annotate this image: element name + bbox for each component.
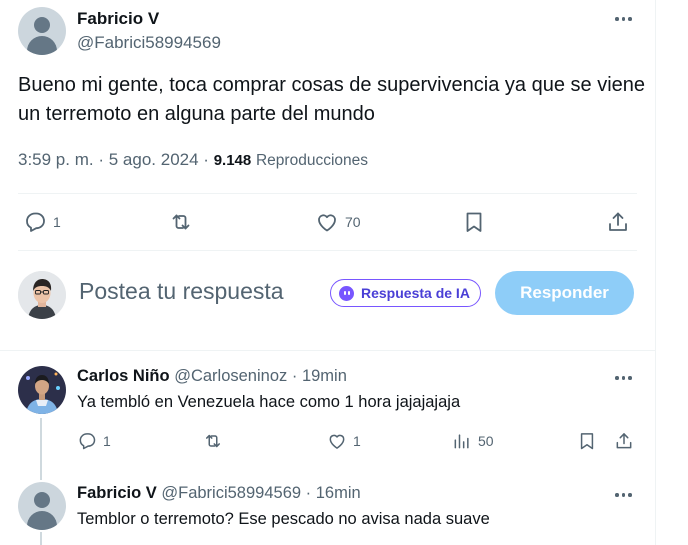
reply-header: Fabricio V @Fabrici58994569 · 16min	[77, 484, 361, 503]
reply-like-button[interactable]: 1	[327, 431, 361, 451]
retweet-icon	[206, 434, 220, 448]
reply-handle[interactable]: @Fabrici58994569	[161, 484, 301, 502]
retweet-icon	[172, 214, 190, 230]
reply-retweet-button[interactable]	[203, 431, 229, 451]
reply-separator: ·	[305, 484, 312, 502]
reply-reply-button[interactable]: 1	[77, 431, 111, 451]
main-tweet-meta: 3:59 p. m. · 5 ago. 2024 · 9.148 Reprodu…	[18, 150, 368, 170]
reply-header: Carlos Niño @Carloseninoz · 19min	[77, 367, 347, 386]
main-tweet-time[interactable]: 3:59 p. m.	[18, 150, 94, 169]
reply-more-icon[interactable]	[615, 485, 632, 505]
main-reply-button[interactable]: 1	[23, 210, 61, 234]
reply-like-count: 1	[353, 433, 361, 449]
reply-icon	[79, 433, 96, 450]
main-tweet-views-label: Reproducciones	[255, 152, 368, 169]
like-icon	[329, 434, 345, 449]
reply-reply-count: 1	[103, 433, 111, 449]
reply-time[interactable]: 16min	[316, 484, 361, 502]
reply-views-count: 50	[478, 433, 494, 449]
conversation-panel: Fabricio V @Fabrici58994569 Bueno mi gen…	[0, 0, 656, 545]
divider	[18, 250, 637, 251]
reply-time[interactable]: 19min	[302, 367, 347, 385]
reply-views-button[interactable]: 50	[452, 431, 494, 451]
reply-icon	[26, 212, 45, 232]
reply-separator: ·	[291, 367, 298, 385]
main-tweet-handle[interactable]: @Fabrici58994569	[77, 33, 221, 53]
bookmark-icon	[580, 433, 594, 450]
main-share-button[interactable]	[606, 210, 630, 234]
thread-line	[40, 532, 42, 545]
main-tweet-avatar[interactable]	[18, 7, 66, 55]
share-icon	[609, 212, 627, 231]
reply-text: Temblor o terremoto? Ese pescado no avis…	[77, 510, 490, 528]
main-tweet-date[interactable]: 5 ago. 2024	[109, 150, 199, 169]
reply-avatar[interactable]	[18, 366, 66, 414]
views-icon	[454, 434, 469, 449]
divider	[0, 350, 656, 351]
main-reply-count: 1	[53, 214, 61, 230]
thread-line	[40, 418, 42, 480]
ai-reply-label: Respuesta de IA	[361, 285, 470, 301]
share-icon	[616, 433, 632, 449]
reply-bookmark-button[interactable]	[577, 431, 597, 451]
bookmark-icon	[466, 212, 482, 232]
main-tweet-text: Bueno mi gente, toca comprar cosas de su…	[18, 74, 646, 125]
reply-input[interactable]: Postea tu respuesta	[79, 278, 284, 305]
main-tweet-display-name[interactable]: Fabricio V	[77, 9, 159, 29]
reply-more-icon[interactable]	[615, 368, 632, 388]
meta-separator: ·	[98, 150, 105, 169]
reply-text: Ya tembló en Venezuela hace como 1 hora …	[77, 393, 461, 411]
current-user-avatar[interactable]	[18, 271, 66, 319]
reply-display-name[interactable]: Carlos Niño	[77, 367, 170, 385]
ia-icon	[339, 285, 354, 301]
main-like-button[interactable]: 70	[315, 210, 361, 234]
reply-handle[interactable]: @Carloseninoz	[174, 367, 287, 385]
divider	[18, 193, 637, 194]
like-icon	[318, 214, 336, 232]
ai-reply-button[interactable]: Respuesta de IA	[330, 279, 481, 307]
main-retweet-button[interactable]	[169, 210, 199, 234]
main-bookmark-button[interactable]	[462, 210, 486, 234]
main-tweet-views: 9.148	[213, 152, 252, 169]
reply-share-button[interactable]	[614, 431, 634, 451]
reply-display-name[interactable]: Fabricio V	[77, 484, 157, 502]
reply-avatar[interactable]	[18, 482, 66, 530]
reply-submit-button[interactable]: Responder	[495, 271, 634, 315]
main-tweet-more-icon[interactable]	[615, 9, 632, 29]
main-like-count: 70	[345, 214, 361, 230]
meta-separator: ·	[203, 150, 209, 169]
